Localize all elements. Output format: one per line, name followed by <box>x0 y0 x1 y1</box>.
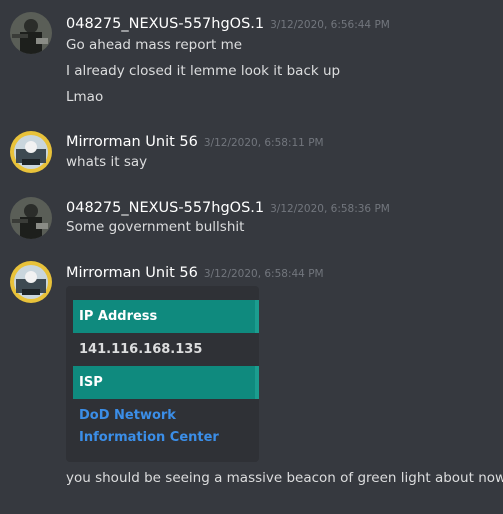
avatar-mirrorman[interactable] <box>10 131 52 173</box>
ip-address-label: IP Address <box>73 300 259 333</box>
message-text: I already closed it lemme look it back u… <box>66 63 341 79</box>
message-text: Some government bullshit <box>66 219 245 235</box>
ip-info-embed: IP Address 141.116.168.135 ISP DoD Netwo… <box>66 286 259 462</box>
timestamp: 3/12/2020, 6:58:11 PM <box>203 137 324 149</box>
ip-address-value: 141.116.168.135 <box>79 342 203 357</box>
username[interactable]: Mirrorman Unit 56 <box>66 265 198 281</box>
avatar-nexus[interactable] <box>10 197 52 239</box>
isp-link-line-2[interactable]: Information Center <box>79 427 219 449</box>
username[interactable]: 048275_NEXUS-557hgOS.1 <box>66 16 264 32</box>
avatar-nexus[interactable] <box>10 12 52 54</box>
message-text: whats it say <box>66 154 148 170</box>
username[interactable]: Mirrorman Unit 56 <box>66 134 198 150</box>
username[interactable]: 048275_NEXUS-557hgOS.1 <box>66 200 264 216</box>
isp-label: ISP <box>73 366 259 399</box>
isp-link-line-1[interactable]: DoD Network <box>79 405 176 427</box>
message-text: you should be seeing a massive beacon of… <box>66 470 503 486</box>
message-text: Lmao <box>66 89 104 105</box>
avatar-mirrorman[interactable] <box>10 261 52 303</box>
timestamp: 3/12/2020, 6:56:44 PM <box>270 19 390 31</box>
message-text: Go ahead mass report me <box>66 37 243 53</box>
timestamp: 3/12/2020, 6:58:44 PM <box>203 268 324 280</box>
timestamp: 3/12/2020, 6:58:36 PM <box>270 203 390 215</box>
